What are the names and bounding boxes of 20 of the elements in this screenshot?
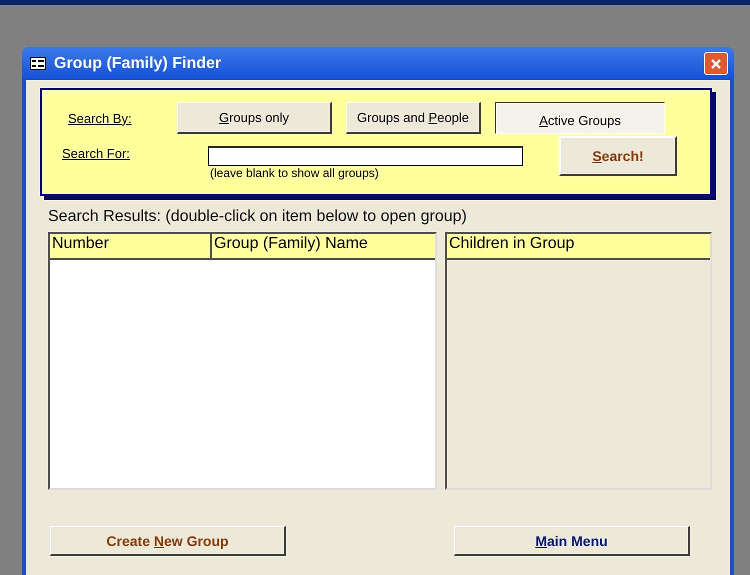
column-header: Number xyxy=(50,234,212,258)
form-icon xyxy=(30,57,46,70)
create-group-button[interactable]: Create New Group xyxy=(50,526,286,556)
search-option-button[interactable]: Groups only xyxy=(177,102,332,134)
hint-text: (leave blank to show all groups) xyxy=(210,166,380,180)
main-menu-button[interactable]: Main Menu xyxy=(454,526,690,556)
search-option-button[interactable]: Groups and People xyxy=(346,102,482,134)
search-for-label: Search For: xyxy=(62,145,131,161)
close-button[interactable] xyxy=(704,52,728,75)
search-field[interactable] xyxy=(208,146,523,166)
search-option-button[interactable]: Active Groups xyxy=(495,102,666,134)
results-label: Search Results: (double-click on item below to open group) xyxy=(48,208,468,226)
column-header: Children in Group xyxy=(448,234,576,254)
window-title: Group (Family) Finder xyxy=(54,54,222,72)
search-button[interactable]: Search! xyxy=(559,136,677,176)
close-icon xyxy=(710,58,722,70)
search-by-label: Search By: xyxy=(68,110,133,126)
results-list[interactable]: Number Group (Family) Name xyxy=(48,232,437,490)
column-header: Group (Family) Name xyxy=(213,234,369,254)
children-list[interactable]: Children in Group xyxy=(445,232,712,490)
